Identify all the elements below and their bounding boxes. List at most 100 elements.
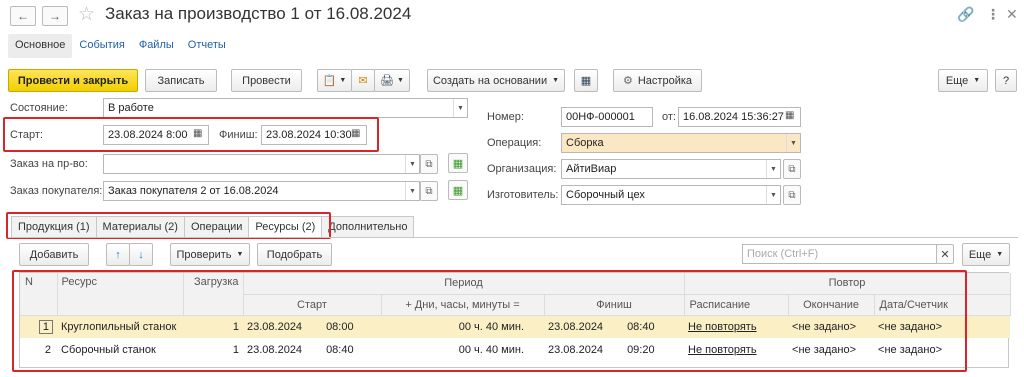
schedule-cell[interactable]: Не повторять — [684, 315, 789, 338]
forward-button[interactable]: → — [42, 6, 68, 26]
calendar-icon[interactable]: ▦ — [351, 128, 363, 141]
col-finish[interactable]: Финиш — [544, 294, 685, 316]
col-repeat[interactable]: Повтор — [684, 273, 1011, 295]
tab-files[interactable]: Файлы — [132, 34, 181, 58]
post-and-close-button[interactable]: Провести и закрыть — [8, 69, 138, 92]
chevron-down-icon: ▼ — [405, 182, 419, 200]
finish-cell[interactable]: 23.08.2024 08:40 — [544, 315, 685, 338]
from-datetime-field[interactable]: 16.08.2024 15:36:27 ▦ — [678, 107, 801, 127]
favorite-star-icon[interactable]: ☆ — [78, 3, 95, 26]
maker-field[interactable]: Сборочный цех ▼ — [561, 185, 781, 205]
help-button[interactable]: ? — [995, 69, 1017, 92]
close-icon: ✕ — [940, 248, 950, 261]
col-date-counter[interactable]: Дата/Счетчик — [874, 294, 1011, 316]
schedule-link[interactable]: Не повторять — [688, 321, 757, 333]
tab-materials[interactable]: Материалы (2) — [95, 216, 185, 238]
duration-cell[interactable]: 00 ч. 40 мин. — [381, 315, 544, 338]
maker-label: Изготовитель: — [487, 189, 559, 201]
table-row[interactable]: 1 Круглопильный станок 1 23.08.2024 08:00… — [20, 315, 1011, 338]
col-load[interactable]: Загрузка — [183, 273, 244, 316]
select-prod-order-button[interactable]: ▦ — [448, 153, 468, 173]
table-row[interactable]: 2 Сборочный станок 1 23.08.2024 08:40 00 … — [20, 338, 1010, 361]
tab-products[interactable]: Продукция (1) — [11, 216, 97, 238]
prod-order-field[interactable]: ▼ — [103, 154, 420, 174]
tab-reports[interactable]: Отчеты — [181, 34, 233, 58]
select-list-icon: ▦ — [452, 184, 464, 197]
start-cell[interactable]: 23.08.2024 08:00 — [243, 315, 381, 338]
attach-button[interactable]: 📋 ▼ — [317, 69, 352, 92]
duration-cell[interactable]: 00 ч. 40 мин. — [381, 338, 544, 361]
tab-main[interactable]: Основное — [8, 34, 73, 58]
calendar-icon[interactable]: ▦ — [193, 128, 205, 141]
col-resource[interactable]: Ресурс — [57, 273, 184, 316]
document-add-icon: 📋 — [322, 75, 337, 87]
resource-cell[interactable]: Круглопильный станок — [57, 315, 183, 338]
date-counter-cell[interactable]: <не задано> — [874, 338, 1010, 361]
check-button[interactable]: Проверить ▼ — [170, 243, 250, 266]
printer-icon: 🖨 — [380, 75, 395, 87]
org-field[interactable]: АйтиВиар ▼ — [561, 159, 781, 179]
finish-datetime-field[interactable]: 23.08.2024 10:30 ▦ — [261, 125, 367, 145]
mail-button[interactable]: ✉ — [351, 69, 375, 92]
col-period[interactable]: Период — [243, 273, 685, 295]
clear-search-button[interactable]: ✕ — [936, 244, 954, 264]
calendar-icon[interactable]: ▦ — [785, 110, 797, 123]
envelope-icon: ✉ — [358, 75, 368, 87]
move-down-button[interactable]: ↓ — [129, 243, 153, 266]
date-counter-cell[interactable]: <не задано> — [874, 315, 1011, 338]
end-cell[interactable]: <не задано> — [788, 315, 875, 338]
open-org-button[interactable]: ⧉ — [783, 159, 801, 179]
create-based-button[interactable]: Создать на основании ▼ — [427, 69, 565, 92]
row-number: 2 — [44, 343, 51, 356]
open-prod-order-button[interactable]: ⧉ — [420, 154, 438, 174]
move-up-button[interactable]: ↑ — [106, 243, 130, 266]
tab-events[interactable]: События — [72, 34, 131, 58]
end-cell[interactable]: <не задано> — [788, 338, 874, 361]
arrow-left-icon: ← — [17, 9, 29, 23]
col-end[interactable]: Окончание — [788, 294, 875, 316]
gear-icon: ⚙ — [622, 75, 633, 87]
tab-additional[interactable]: Дополнительно — [321, 216, 415, 238]
select-customer-order-button[interactable]: ▦ — [448, 180, 468, 200]
operation-label: Операция: — [487, 137, 542, 149]
search-input[interactable]: Поиск (Ctrl+F) — [742, 244, 937, 264]
finish-cell[interactable]: 23.08.2024 09:20 — [544, 338, 684, 361]
more-vertical-icon[interactable]: ⋮ — [986, 6, 1000, 23]
col-start[interactable]: Старт — [243, 294, 382, 316]
from-label: от: — [662, 111, 676, 123]
pick-button[interactable]: Подобрать — [257, 243, 332, 266]
col-schedule[interactable]: Расписание — [684, 294, 789, 316]
settings-button[interactable]: ⚙ Настройка — [613, 69, 702, 92]
tab-resources[interactable]: Ресурсы (2) — [248, 216, 323, 238]
col-n[interactable]: N — [20, 273, 58, 316]
number-field[interactable]: 00НФ-000001 — [561, 107, 653, 127]
state-select[interactable]: В работе ▼ — [103, 98, 468, 118]
structure-button[interactable]: ▦ — [574, 69, 598, 92]
start-datetime-field[interactable]: 23.08.2024 8:00 ▦ — [103, 125, 209, 145]
back-button[interactable]: ← — [10, 6, 36, 26]
customer-order-field[interactable]: Заказ покупателя 2 от 16.08.2024 ▼ — [103, 181, 420, 201]
col-duration[interactable]: + Дни, часы, минуты = — [381, 294, 545, 316]
load-cell[interactable]: 1 — [183, 315, 243, 338]
nav-tabs: Основное События Файлы Отчеты — [8, 34, 233, 58]
print-button[interactable]: 🖨 ▼ — [374, 69, 410, 92]
schedule-link[interactable]: Не повторять — [688, 344, 757, 356]
table-more-button[interactable]: Еще ▼ — [962, 243, 1010, 266]
more-button[interactable]: Еще ▼ — [938, 69, 988, 92]
document-tabs: Продукция (1) Материалы (2) Операции Рес… — [11, 216, 415, 238]
link-icon[interactable]: 🔗 — [957, 6, 974, 23]
close-icon[interactable]: ✕ — [1006, 6, 1018, 23]
load-cell[interactable]: 1 — [183, 338, 243, 361]
open-icon: ⧉ — [425, 185, 433, 197]
schedule-cell[interactable]: Не повторять — [684, 338, 788, 361]
resource-cell[interactable]: Сборочный станок — [57, 338, 183, 361]
arrow-up-icon: ↑ — [115, 248, 121, 261]
operation-select[interactable]: Сборка ▼ — [561, 133, 801, 153]
start-cell[interactable]: 23.08.2024 08:40 — [243, 338, 381, 361]
save-button[interactable]: Записать — [145, 69, 217, 92]
open-maker-button[interactable]: ⧉ — [783, 185, 801, 205]
tab-operations[interactable]: Операции — [183, 216, 250, 238]
open-customer-order-button[interactable]: ⧉ — [420, 181, 438, 201]
add-row-button[interactable]: Добавить — [19, 243, 89, 266]
post-button[interactable]: Провести — [231, 69, 302, 92]
